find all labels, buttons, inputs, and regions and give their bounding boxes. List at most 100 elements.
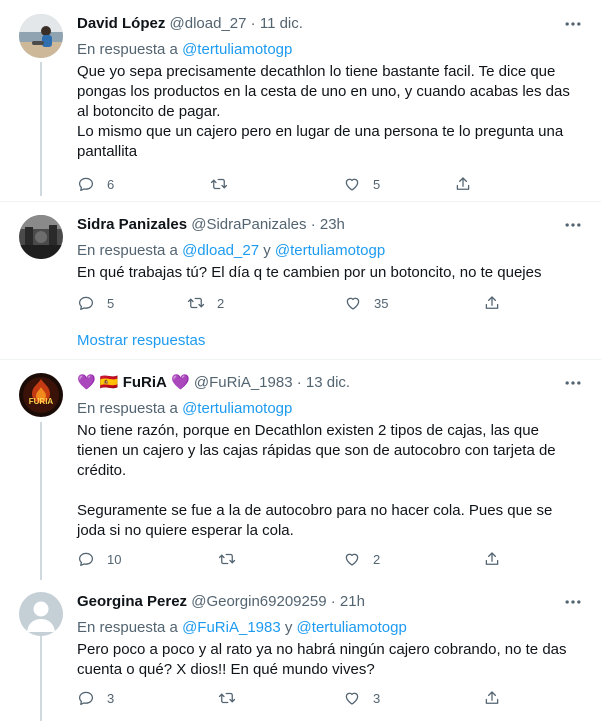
more-icon[interactable]	[563, 373, 583, 393]
avatar[interactable]	[19, 215, 63, 259]
handle[interactable]: @Georgin69209259	[191, 593, 326, 610]
tweet-text: En qué trabajas tú? El día q te cambien …	[77, 264, 542, 281]
reply-button[interactable]: 5	[77, 293, 114, 313]
reply-button[interactable]: 6	[77, 174, 114, 194]
timeline: David López @dload_27 · 11 dic. En respu…	[0, 0, 601, 721]
tweet-text: No tiene razón, porque en Decathlon exis…	[77, 422, 556, 539]
retweet-icon	[218, 553, 236, 565]
reply-icon	[78, 552, 94, 567]
handle[interactable]: @dload_27	[170, 15, 247, 32]
display-name[interactable]: Georgina Perez	[77, 593, 187, 610]
mention-link[interactable]: @tertuliamotogp	[297, 619, 407, 636]
divider	[0, 201, 601, 202]
name-emoji: 💜	[171, 374, 190, 391]
reply-button[interactable]: 3	[77, 688, 114, 708]
tweet-header: 💜 🇪🇸 FuRiA 💜 @FuRiA_1983 · 13 dic.	[77, 373, 583, 393]
retweet-count: 2	[217, 295, 225, 311]
avatar[interactable]: FURIA	[19, 373, 63, 417]
timestamp[interactable]: 23h	[320, 216, 345, 233]
retweet-button[interactable]: 2	[187, 293, 224, 313]
avatar[interactable]	[19, 592, 63, 636]
reply-icon	[78, 177, 94, 192]
share-button[interactable]	[483, 549, 501, 569]
tweet[interactable]: Georgina Perez @Georgin69209259 · 21h En…	[0, 592, 601, 721]
like-button[interactable]: 5	[343, 174, 380, 194]
reply-context: En respuesta a @dload_27 y @tertuliamoto…	[77, 241, 583, 261]
tweet[interactable]: FURIA 💜 🇪🇸 FuRiA 💜 @FuRiA_1983 · 13 dic.…	[0, 373, 601, 573]
reply-joiner: y	[284, 619, 293, 636]
share-icon	[485, 552, 499, 565]
tweet-actions: 5 2 35	[77, 293, 499, 313]
display-name[interactable]: FuRiA	[123, 374, 167, 391]
like-button[interactable]: 35	[344, 293, 388, 313]
mention-link[interactable]: @dload_27	[182, 242, 259, 259]
heart-icon	[345, 553, 359, 566]
timestamp[interactable]: 11 dic.	[260, 15, 303, 32]
retweet-button[interactable]	[218, 688, 248, 708]
tweet-actions: 6 5	[77, 174, 497, 194]
more-icon[interactable]	[563, 215, 583, 235]
share-button[interactable]	[454, 174, 472, 194]
timestamp[interactable]: 13 dic.	[306, 374, 350, 391]
heart-icon	[346, 297, 360, 310]
mention-link[interactable]: @FuRiA_1983	[182, 619, 281, 636]
tweet-text: Que yo sepa precisamente decathlon lo ti…	[77, 63, 570, 160]
more-icon[interactable]	[563, 14, 583, 34]
like-count: 35	[374, 295, 389, 311]
display-name[interactable]: Sidra Panizales	[77, 216, 187, 233]
reply-joiner: y	[263, 242, 271, 259]
reply-prefix: En respuesta a	[77, 619, 178, 636]
reply-count: 6	[107, 176, 115, 192]
retweet-icon	[210, 178, 228, 190]
heart-icon	[345, 178, 359, 191]
share-icon	[485, 296, 499, 309]
reply-prefix: En respuesta a	[77, 41, 178, 58]
handle[interactable]: @FuRiA_1983	[194, 374, 293, 391]
tweet[interactable]: Sidra Panizales @SidraPanizales · 23h En…	[0, 215, 601, 315]
tweet[interactable]: David López @dload_27 · 11 dic. En respu…	[0, 14, 601, 200]
reply-count: 5	[107, 295, 115, 311]
mention-link[interactable]: @tertuliamotogp	[182, 400, 292, 417]
show-replies-link[interactable]: Mostrar respuestas	[77, 330, 205, 352]
retweet-icon	[187, 297, 205, 309]
avatar-logo-text: FURIA	[29, 397, 54, 406]
reply-context: En respuesta a @FuRiA_1983 y @tertuliamo…	[77, 618, 583, 638]
share-button[interactable]	[483, 293, 501, 313]
reply-prefix: En respuesta a	[77, 242, 178, 259]
tweet-text: Pero poco a poco y al rato ya no habrá n…	[77, 641, 567, 678]
reply-icon	[78, 691, 94, 706]
avatar[interactable]	[19, 14, 63, 58]
reply-count: 3	[107, 690, 115, 706]
tweet-header: Sidra Panizales @SidraPanizales · 23h	[77, 215, 583, 235]
retweet-icon	[218, 692, 236, 704]
retweet-button[interactable]	[210, 174, 240, 194]
mention-link[interactable]: @tertuliamotogp	[182, 41, 292, 58]
timestamp[interactable]: 21h	[340, 593, 365, 610]
like-button[interactable]: 2	[343, 549, 380, 569]
separator: ·	[250, 15, 256, 32]
name-emoji: 💜	[77, 374, 96, 391]
separator: ·	[296, 374, 302, 391]
like-button[interactable]: 3	[343, 688, 380, 708]
mention-link[interactable]: @tertuliamotogp	[275, 242, 385, 259]
display-name[interactable]: David López	[77, 15, 165, 32]
reply-count: 10	[107, 551, 122, 567]
divider	[0, 359, 601, 360]
tweet-header: David López @dload_27 · 11 dic.	[77, 14, 583, 34]
heart-icon	[345, 692, 359, 705]
tweet-header: Georgina Perez @Georgin69209259 · 21h	[77, 592, 583, 612]
reply-context: En respuesta a @tertuliamotogp	[77, 40, 583, 60]
share-icon	[456, 177, 470, 190]
reply-prefix: En respuesta a	[77, 400, 178, 417]
share-button[interactable]	[483, 688, 501, 708]
handle[interactable]: @SidraPanizales	[191, 216, 306, 233]
flag-emoji: 🇪🇸	[99, 374, 119, 391]
more-icon[interactable]	[563, 592, 583, 612]
reply-button[interactable]: 10	[77, 549, 121, 569]
separator: ·	[330, 593, 336, 610]
like-count: 2	[373, 551, 381, 567]
retweet-button[interactable]	[218, 549, 248, 569]
share-icon	[485, 691, 499, 704]
tweet-actions: 3 3	[77, 688, 499, 708]
reply-context: En respuesta a @tertuliamotogp	[77, 399, 583, 419]
